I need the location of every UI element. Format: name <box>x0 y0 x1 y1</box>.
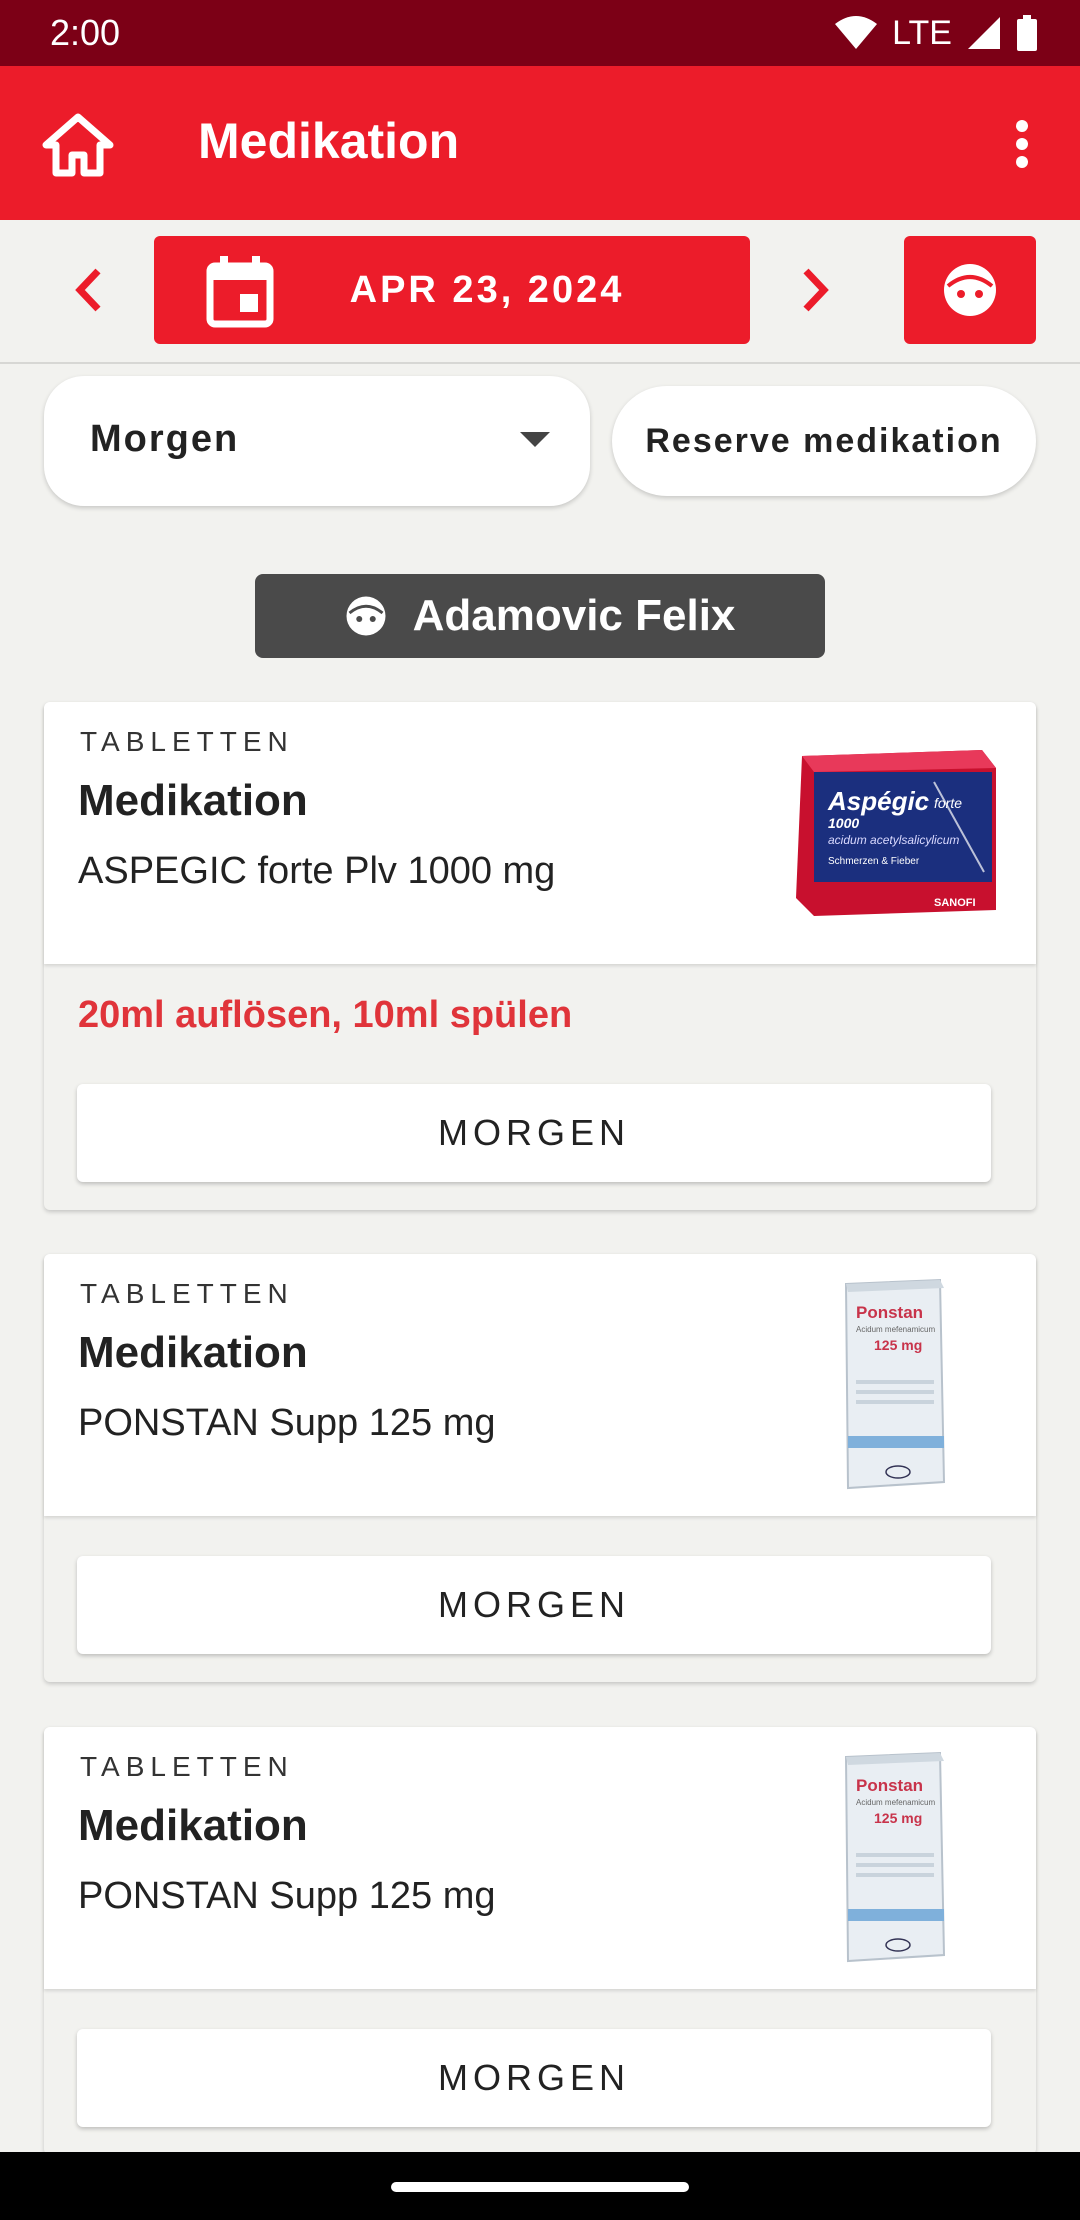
date-picker-button[interactable]: APR 23, 2024 <box>154 236 750 344</box>
package-sub: Acidum mefenamicum <box>856 1325 935 1334</box>
date-navigation: APR 23, 2024 <box>0 220 1080 364</box>
home-icon <box>42 113 114 177</box>
medication-package-image: Ponstan Acidum mefenamicum 125 mg <box>844 1278 946 1490</box>
medication-card: TABLETTEN Medikation PONSTAN Supp 125 mg… <box>44 1254 1036 1682</box>
package-dose: 125 mg <box>874 1810 922 1826</box>
patient-select-button[interactable] <box>904 236 1036 344</box>
home-button[interactable] <box>38 106 118 182</box>
page-title: Medikation <box>198 113 460 169</box>
selected-date: APR 23, 2024 <box>349 269 625 311</box>
home-gesture-handle[interactable] <box>391 2182 689 2192</box>
medication-title: Medikation <box>78 1801 308 1850</box>
wifi-icon <box>835 16 878 49</box>
package-line: acidum acetylsalicylicum <box>828 833 959 847</box>
status-icons: LTE <box>834 14 1038 53</box>
package-brand: Ponstan <box>856 1303 923 1322</box>
medication-card: TABLETTEN Medikation PONSTAN Supp 125 mg… <box>44 1727 1036 2155</box>
medication-name: ASPEGIC forte Plv 1000 mg <box>78 850 556 892</box>
face-icon <box>346 596 386 636</box>
medication-package-image: Aspégic forte 1000 acidum acetylsalicyli… <box>796 750 996 916</box>
package-brand: Ponstan <box>856 1776 923 1795</box>
package-desc: Schmerzen & Fieber <box>828 856 920 867</box>
face-icon <box>944 264 996 316</box>
medication-title: Medikation <box>78 776 308 825</box>
signal-icon <box>968 17 1000 49</box>
medication-name: PONSTAN Supp 125 mg <box>78 1402 496 1444</box>
reserve-medication-button[interactable]: Reserve medikation <box>612 386 1036 496</box>
morgen-button[interactable]: MORGEN <box>77 1556 991 1654</box>
patient-chip: Adamovic Felix <box>255 574 825 658</box>
time-of-day-value: Morgen <box>90 418 240 460</box>
medication-card: TABLETTEN Medikation ASPEGIC forte Plv 1… <box>44 702 1036 1210</box>
package-sub: Acidum mefenamicum <box>856 1798 935 1807</box>
package-brand: Aspégic <box>827 786 930 816</box>
medication-package-image: Ponstan Acidum mefenamicum 125 mg <box>844 1751 946 1963</box>
status-time: 2:00 <box>50 12 121 53</box>
battery-icon <box>1017 15 1037 51</box>
previous-day-button[interactable] <box>58 260 118 320</box>
next-day-button[interactable] <box>786 260 846 320</box>
medication-note: 20ml auflösen, 10ml spülen <box>78 994 573 1036</box>
more-options-button[interactable] <box>984 106 1060 182</box>
medication-info: TABLETTEN Medikation PONSTAN Supp 125 mg… <box>44 1727 1036 1989</box>
morgen-button[interactable]: MORGEN <box>77 2029 991 2127</box>
medication-type: TABLETTEN <box>80 1278 294 1309</box>
system-navigation-bar <box>0 2152 1080 2220</box>
chevron-left-icon <box>75 268 101 312</box>
network-label: LTE <box>892 13 952 52</box>
medication-type: TABLETTEN <box>80 726 294 757</box>
package-dose: 125 mg <box>874 1337 922 1353</box>
medication-type: TABLETTEN <box>80 1751 294 1782</box>
chevron-right-icon <box>803 268 829 312</box>
medication-name: PONSTAN Supp 125 mg <box>78 1875 496 1917</box>
time-of-day-dropdown[interactable]: Morgen <box>44 376 590 506</box>
package-maker: SANOFI <box>934 897 976 909</box>
app-bar: Medikation <box>0 66 1080 220</box>
status-bar: 2:00 LTE <box>0 0 1080 66</box>
more-vert-icon <box>1016 120 1028 168</box>
dropdown-arrow-icon <box>520 432 550 447</box>
patient-name: Adamovic Felix <box>412 591 736 640</box>
medication-info: TABLETTEN Medikation ASPEGIC forte Plv 1… <box>44 702 1036 964</box>
medication-title: Medikation <box>78 1328 308 1377</box>
medication-info: TABLETTEN Medikation PONSTAN Supp 125 mg… <box>44 1254 1036 1516</box>
morgen-button[interactable]: MORGEN <box>77 1084 991 1182</box>
package-dose: 1000 <box>828 815 859 831</box>
